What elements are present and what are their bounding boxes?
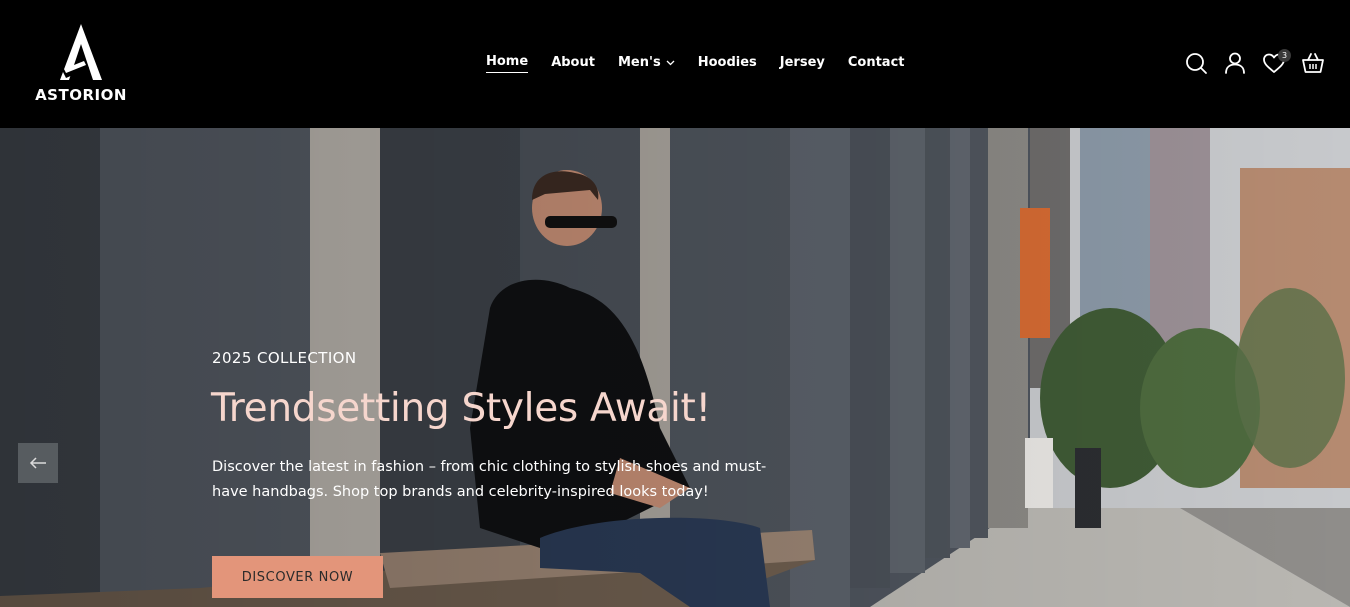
heart-icon[interactable]: 3 [1261, 49, 1291, 76]
nav-about[interactable]: About [551, 53, 595, 73]
slider-prev-button[interactable] [18, 443, 58, 483]
nav-mens-label: Men's [617, 55, 661, 70]
nav-home[interactable]: Home [486, 53, 529, 73]
header-icons: 3 [1183, 49, 1326, 76]
arrow-left-icon [29, 457, 46, 469]
nav-home-label: Home [486, 53, 529, 73]
main-nav: Home About Men's Hoodies Jersey Contact [486, 53, 928, 73]
brand-mark-icon [60, 24, 102, 80]
nav-hoodies[interactable]: Hoodies [698, 53, 757, 73]
discover-now-button[interactable]: DISCOVER NOW [212, 556, 383, 598]
nav-mens[interactable]: Men's [618, 53, 675, 73]
nav-hoodies-label: Hoodies [697, 55, 757, 70]
nav-contact-label: Contact [847, 55, 905, 70]
hero-headline: Trendsetting Styles Await! [211, 386, 711, 431]
hero-banner: 2025 COLLECTION Trendsetting Styles Awai… [0, 128, 1350, 607]
nav-jersey-label: Jersey [779, 55, 825, 70]
basket-icon[interactable] [1300, 50, 1326, 76]
chevron-down-icon [666, 55, 675, 73]
wishlist-count-badge: 3 [1278, 49, 1291, 62]
brand-name: ASTORION [35, 86, 127, 104]
nav-about-label: About [551, 55, 595, 70]
search-icon[interactable] [1183, 50, 1209, 76]
site-header: ASTORION Home About Men's Hoodies Jersey… [0, 0, 1350, 128]
hero-description: Discover the latest in fashion – from ch… [212, 459, 767, 500]
user-icon[interactable] [1222, 50, 1248, 76]
nav-contact[interactable]: Contact [848, 53, 905, 73]
hero-eyebrow: 2025 COLLECTION [212, 349, 357, 367]
brand-logo[interactable]: ASTORION [30, 22, 132, 104]
nav-jersey[interactable]: Jersey [780, 53, 825, 73]
